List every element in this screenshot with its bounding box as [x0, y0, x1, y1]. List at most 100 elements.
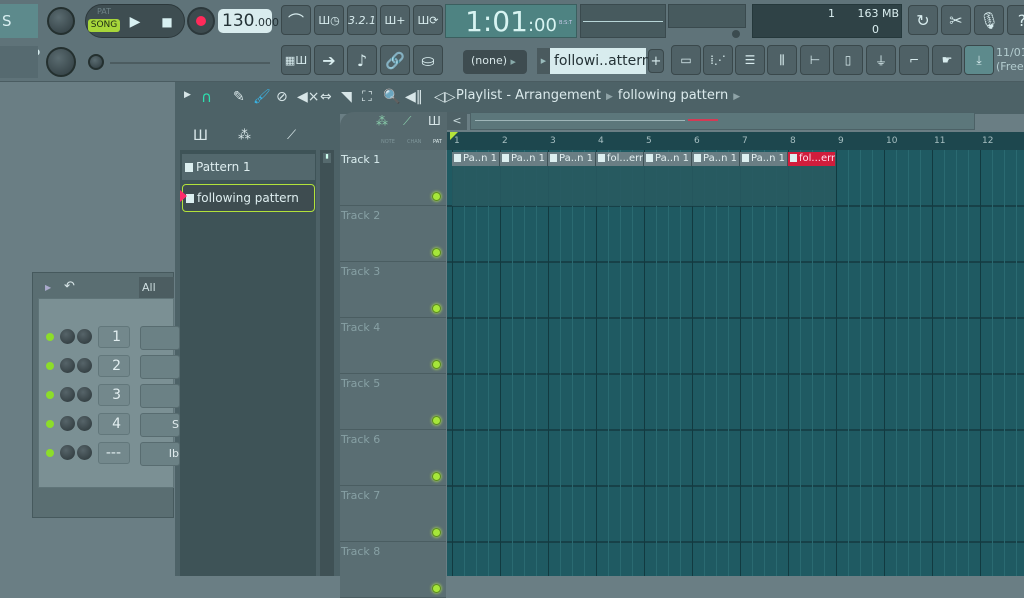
stop-button[interactable]: ■ — [156, 8, 178, 36]
tab-note[interactable]: NOTE — [381, 139, 395, 145]
chevron-down-icon[interactable] — [732, 30, 740, 38]
clip-body[interactable] — [548, 166, 596, 206]
clip-body[interactable] — [452, 166, 500, 206]
link-button[interactable]: 🔗 — [380, 45, 410, 75]
channel-row[interactable]: 4S — [44, 413, 180, 437]
loop-record-button[interactable]: Ш⟳ — [413, 5, 443, 35]
wait-for-input-button[interactable]: Ш◷ — [314, 5, 344, 35]
channel-name-button[interactable] — [140, 355, 180, 379]
help-button[interactable]: ? — [1007, 5, 1024, 35]
pattern-clip[interactable]: Pa..n 1 — [452, 152, 500, 166]
clip-body[interactable] — [788, 166, 836, 206]
channel-rack-button[interactable]: ☰ — [735, 45, 765, 75]
track-header[interactable]: Track 7 — [340, 486, 446, 542]
snap-button[interactable]: ⛀ — [413, 45, 443, 75]
play-button[interactable]: ▶ — [124, 8, 146, 36]
tempo-display[interactable]: 130.000 — [218, 9, 279, 33]
tab-pat[interactable]: PAT — [433, 139, 442, 145]
clip-body[interactable] — [644, 166, 692, 206]
paint-brush-tool-icon[interactable]: 🖌 — [253, 89, 271, 105]
undo-history-button[interactable]: ↻ — [908, 5, 938, 35]
piano-icon[interactable]: Ш — [193, 128, 208, 144]
channel-name-button[interactable]: Ib — [140, 442, 180, 466]
snap-select[interactable]: (none) ▶ — [463, 50, 527, 74]
clip-body[interactable] — [740, 166, 788, 206]
track-enable-led[interactable] — [432, 192, 441, 201]
track-enable-led[interactable] — [432, 528, 441, 537]
pattern-item[interactable]: Pattern 1 — [182, 154, 315, 180]
channel-volume-knob[interactable] — [60, 416, 75, 431]
select-tool-icon[interactable]: ⛶ — [362, 89, 372, 105]
channel-row[interactable]: 3 — [44, 384, 180, 408]
track-header[interactable]: Track 4 — [340, 318, 446, 374]
touch-controller-button[interactable]: ⌐ — [899, 45, 929, 75]
news-panel[interactable]: 11/01(Free) — [996, 46, 1024, 74]
add-pattern-button[interactable]: + — [648, 49, 664, 73]
audio-wave-icon[interactable]: ⁂ — [238, 128, 251, 143]
channel-name-button[interactable] — [140, 384, 180, 408]
track-enable-led[interactable] — [432, 360, 441, 369]
channel-enable-led[interactable] — [46, 420, 54, 428]
channel-pan-knob[interactable] — [77, 445, 92, 460]
clip-body[interactable] — [692, 166, 740, 206]
channel-volume-knob[interactable] — [60, 387, 75, 402]
track-header[interactable]: Track 5 — [340, 374, 446, 430]
plugin-manager-button[interactable]: ⏚ — [866, 45, 896, 75]
track-header[interactable]: Track 3 — [340, 262, 446, 318]
pattern-menu-arrow[interactable]: ▶ — [537, 48, 550, 74]
mixer-button[interactable]: ⫼ — [767, 45, 797, 75]
channel-volume-knob[interactable] — [60, 445, 75, 460]
smart-disable-button[interactable]: ☛ — [932, 45, 962, 75]
browser-button[interactable]: ⊢ — [800, 45, 830, 75]
pat-mode[interactable]: PAT — [88, 7, 120, 19]
channel-row[interactable]: 2 — [44, 355, 180, 379]
mute-tool-icon[interactable]: ◀× — [297, 89, 320, 105]
pattern-clip[interactable]: fol...ern — [788, 152, 836, 166]
channel-enable-led[interactable] — [46, 333, 54, 341]
rack-menu-arrow[interactable]: ▶ — [45, 283, 51, 292]
blend-notes-button[interactable]: Ш+ — [380, 5, 410, 35]
song-mode[interactable]: SONG — [88, 19, 120, 32]
track-enable-led[interactable] — [432, 416, 441, 425]
playlist-menu-arrow[interactable]: ▶ — [184, 90, 191, 100]
channel-name-button[interactable] — [140, 326, 180, 350]
automation-icon[interactable]: ⟋ — [287, 128, 296, 143]
cut-tool-button[interactable]: ✂ — [941, 5, 971, 35]
channel-mixer-track[interactable]: --- — [98, 442, 130, 464]
playhead-marker[interactable] — [450, 132, 458, 140]
track-header[interactable]: Track 6 — [340, 430, 446, 486]
channel-pan-knob[interactable] — [77, 329, 92, 344]
channel-mixer-track[interactable]: 1 — [98, 326, 130, 348]
help-menu[interactable]: S HELP — [0, 4, 40, 64]
track-header[interactable]: Track 1 — [340, 150, 446, 206]
channel-enable-led[interactable] — [46, 449, 54, 457]
delete-tool-icon[interactable]: ⊘ — [276, 89, 288, 105]
pattern-selector[interactable]: followi..attern — [550, 48, 651, 74]
countdown-button[interactable]: 3.2.1 — [347, 5, 377, 35]
playlist-button[interactable]: ▭ — [671, 45, 701, 75]
position-slider[interactable] — [110, 62, 270, 64]
metronome-button[interactable]: ⌒ — [281, 5, 311, 35]
pattern-list-scrollbar[interactable]: ▮ — [320, 150, 334, 576]
horizontal-scrollbar[interactable] — [470, 112, 975, 130]
step-edit-button[interactable]: ➔ — [314, 45, 344, 75]
pattern-clip[interactable]: Pa..n 1 — [740, 152, 788, 166]
channel-mixer-track[interactable]: 2 — [98, 355, 130, 377]
channel-enable-led[interactable] — [46, 391, 54, 399]
channel-row[interactable]: --- Ib — [44, 442, 180, 466]
zoom-tool-icon[interactable]: 🔍 — [383, 89, 400, 105]
channel-row[interactable]: 1 — [44, 326, 180, 350]
pat-song-toggle[interactable]: PAT SONG — [88, 7, 120, 35]
track-enable-led[interactable] — [432, 472, 441, 481]
pattern-item-selected[interactable]: following pattern — [182, 184, 315, 212]
track-header[interactable]: Track 8 — [340, 542, 446, 598]
breadcrumb-pattern[interactable]: following pattern — [618, 88, 728, 103]
channel-pan-knob[interactable] — [77, 387, 92, 402]
clip-body[interactable] — [500, 166, 548, 206]
channel-pan-knob[interactable] — [77, 358, 92, 373]
pencil-tool-icon[interactable]: ✎ — [233, 89, 245, 105]
pattern-clip[interactable]: fol...ern — [596, 152, 644, 166]
timeline-ruler[interactable]: 1 2 3 4 5 6 7 8 9 10 11 12 — [447, 132, 1024, 150]
track-header[interactable]: Track 2 — [340, 206, 446, 262]
channel-mixer-track[interactable]: 4 — [98, 413, 130, 435]
